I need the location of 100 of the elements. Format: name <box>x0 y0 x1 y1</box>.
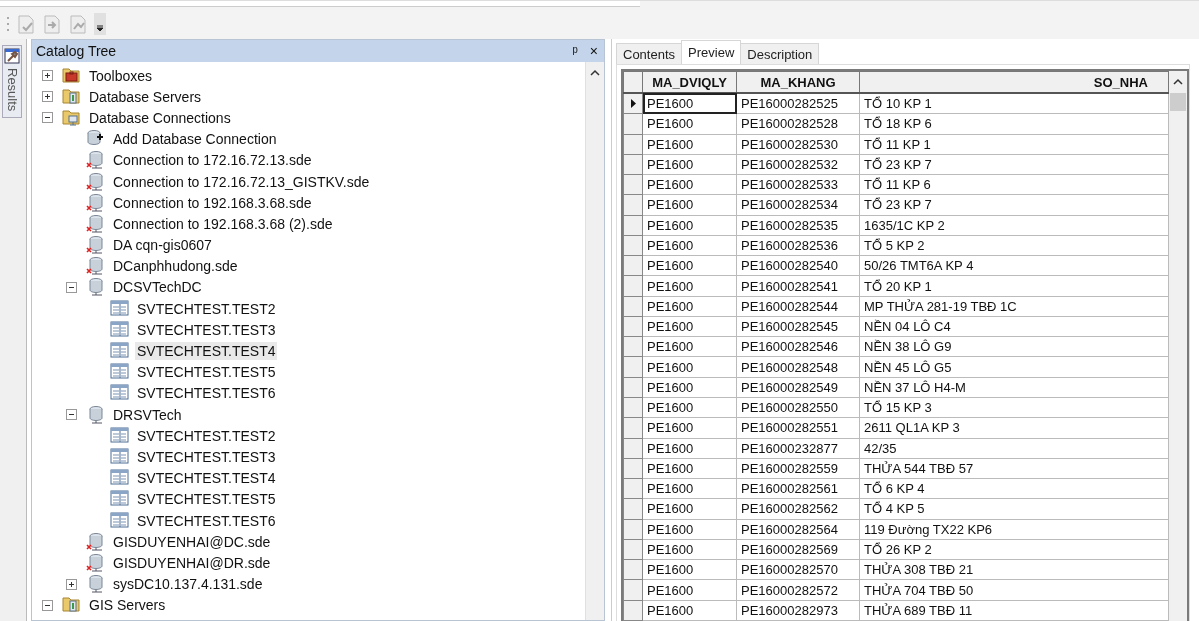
column-header[interactable]: MA_DVIQLY <box>642 71 737 93</box>
table-cell: PE1600 <box>642 438 737 459</box>
tree-item[interactable]: SVTECHTEST.TEST2 <box>135 299 278 318</box>
tree-item[interactable]: DRSVTech <box>111 405 184 424</box>
database-icon <box>86 574 106 595</box>
table-cell: PE1600 <box>642 113 737 135</box>
database-error-icon <box>86 552 106 573</box>
table-cell: PE16000282548 <box>736 356 860 378</box>
table-cell: PE16000282536 <box>736 235 860 256</box>
dropdown-icon[interactable] <box>94 13 106 35</box>
table-icon <box>110 319 130 340</box>
tree-item[interactable]: SVTECHTEST.TEST3 <box>135 320 278 339</box>
table-cell: PE16000282532 <box>736 154 860 175</box>
tree-item[interactable]: DCanphhudong.sde <box>111 257 240 276</box>
tree-item[interactable]: SVTECHTEST.TEST5 <box>135 363 278 382</box>
expand-icon[interactable] <box>42 91 53 103</box>
table-cell: PE1600 <box>642 600 737 621</box>
chart-document-icon[interactable] <box>68 14 88 34</box>
tree-item[interactable]: SVTECHTEST.TEST6 <box>135 511 278 530</box>
database-icon <box>86 404 106 425</box>
scroll-thumb[interactable] <box>1170 93 1186 111</box>
tree-item[interactable]: Add Database Connection <box>111 130 279 149</box>
tree-item[interactable]: SVTECHTEST.TEST3 <box>135 447 278 466</box>
table-cell: PE1600 <box>642 154 737 175</box>
connection-folder-icon <box>62 107 82 128</box>
pin-button[interactable]: ᵖ <box>570 43 580 59</box>
table-cell: PE1600 <box>642 296 737 317</box>
tree-item[interactable]: SVTECHTEST.TEST2 <box>135 426 278 445</box>
database-error-icon <box>86 192 106 213</box>
database-error-icon <box>86 235 106 256</box>
table-cell: PE1600 <box>642 174 737 195</box>
database-icon <box>86 277 106 298</box>
table-cell: PE16000282564 <box>736 519 860 540</box>
table-cell: THỬA 689 TBĐ 11 <box>859 600 1169 621</box>
close-button[interactable]: × <box>587 43 600 59</box>
table-cell: PE16000282541 <box>736 275 860 297</box>
tree-item[interactable]: Connection to 192.168.3.68.sde <box>111 193 314 212</box>
table-cell: NỀN 45 LÔ G5 <box>859 356 1169 378</box>
table-cell: PE16000282569 <box>736 539 860 560</box>
table-cell: TỔ 20 KP 1 <box>859 275 1169 297</box>
table-cell: MP THỬA 281-19 TBĐ 1C <box>859 296 1169 317</box>
table-cell: PE16000282530 <box>736 134 860 155</box>
table-cell: PE16000282549 <box>736 377 860 398</box>
tree-item[interactable]: Database Connections <box>87 108 233 127</box>
collapse-icon[interactable] <box>42 112 53 124</box>
tab[interactable]: Description <box>740 43 820 64</box>
tree-item[interactable]: SVTECHTEST.TEST5 <box>135 490 278 509</box>
check-document-icon[interactable] <box>16 14 36 34</box>
table-cell: PE1600 <box>642 215 737 236</box>
results-tab[interactable]: Results <box>2 45 22 119</box>
scrollbar[interactable] <box>585 62 604 620</box>
table-cell: 50/26 TMT6A KP 4 <box>859 255 1169 276</box>
tab[interactable]: Contents <box>616 43 683 64</box>
expand-icon[interactable] <box>66 578 77 590</box>
expand-icon[interactable] <box>42 70 53 82</box>
tree-item[interactable]: GIS Servers <box>87 596 168 615</box>
import-document-icon[interactable] <box>42 14 62 34</box>
table-icon <box>110 425 130 446</box>
tree-item[interactable]: DA cqn-gis0607 <box>111 236 214 255</box>
current-row-icon <box>630 99 636 109</box>
table-cell: THỬA 704 TBĐ 50 <box>859 579 1169 601</box>
tree-item[interactable]: SVTECHTEST.TEST6 <box>135 384 278 403</box>
tree-item[interactable]: Connection to 192.168.3.68 (2).sde <box>111 214 335 233</box>
column-header[interactable]: MA_KHANG <box>736 71 860 93</box>
tree-item[interactable]: SVTECHTEST.TEST4 <box>135 342 278 361</box>
collapse-icon[interactable] <box>42 599 53 611</box>
table-cell: TỔ 15 KP 3 <box>859 397 1169 418</box>
tree-item[interactable]: Toolboxes <box>87 66 155 85</box>
tree-item[interactable]: GISDUYENHAI@DR.sde <box>111 553 273 572</box>
database-error-icon <box>86 256 106 277</box>
database-error-icon <box>86 531 106 552</box>
table-cell: TỔ 11 KP 6 <box>859 174 1169 195</box>
table-cell: THỬA 308 TBĐ 21 <box>859 559 1169 580</box>
table-cell: 1635/1C KP 2 <box>859 215 1169 236</box>
table-cell: TỔ 18 KP 6 <box>859 113 1169 135</box>
tree-item[interactable]: Connection to 172.16.72.13.sde <box>111 151 314 170</box>
table-cell: TỔ 23 KP 7 <box>859 194 1169 216</box>
table-cell: PE1600 <box>642 235 737 256</box>
table-cell: PE1600 <box>642 356 737 378</box>
table-cell: PE1600 <box>642 478 737 499</box>
column-header[interactable]: SO_NHA <box>859 71 1169 93</box>
table-cell: PE16000282559 <box>736 458 860 479</box>
table-cell: TỔ 26 KP 2 <box>859 539 1169 560</box>
database-error-icon <box>86 150 106 171</box>
collapse-icon[interactable] <box>66 409 77 421</box>
table-cell: 42/35 <box>859 438 1169 459</box>
tree-item[interactable]: SVTECHTEST.TEST4 <box>135 469 278 488</box>
tree-item[interactable]: Connection to 172.16.72.13_GISTKV.sde <box>111 172 372 191</box>
scrollbar[interactable] <box>1169 71 1187 621</box>
scroll-up-icon <box>590 68 600 76</box>
tree-item[interactable]: DCSVTechDC <box>111 278 204 297</box>
table-cell: PE16000282973 <box>736 600 860 621</box>
row-selector[interactable] <box>623 93 643 114</box>
tree-item[interactable]: sysDC10.137.4.131.sde <box>111 575 265 594</box>
panel-title: Catalog Tree <box>36 43 118 59</box>
collapse-icon[interactable] <box>66 281 77 293</box>
table-cell: NỀN 38 LÔ G9 <box>859 336 1169 357</box>
tree-item[interactable]: Database Servers <box>87 87 204 106</box>
tree-item[interactable]: GISDUYENHAI@DC.sde <box>111 532 273 551</box>
table-icon <box>110 510 130 531</box>
